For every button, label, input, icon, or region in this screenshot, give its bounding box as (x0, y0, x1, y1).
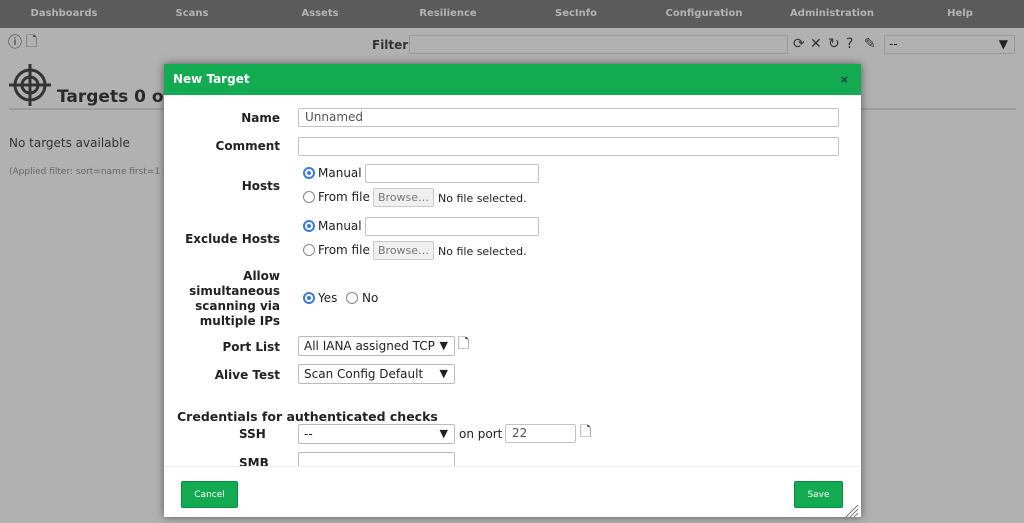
nav-assets[interactable]: Assets (256, 0, 384, 28)
chevron-down-icon: ▼ (439, 427, 448, 440)
target-icon (9, 64, 51, 106)
nav-scans[interactable]: Scans (128, 0, 256, 28)
name-label: Name (241, 111, 280, 125)
refresh-icon[interactable]: ⟳ (793, 37, 805, 51)
filter-input[interactable] (409, 35, 788, 54)
dialog-header: New Target (164, 64, 861, 95)
exclude-no-file: No file selected. (438, 245, 527, 258)
allow-no-radio[interactable] (346, 292, 358, 304)
ssh-credential-select[interactable]: -- ▼ (298, 424, 455, 444)
ssh-label: SSH (239, 427, 266, 441)
filter-select[interactable]: -- ▼ (884, 35, 1015, 54)
new-target-icon[interactable]: 🗋 (26, 35, 37, 49)
exclude-manual-input[interactable] (365, 217, 539, 236)
new-port-list-icon[interactable]: 🗋 (458, 337, 469, 351)
hosts-file-radio[interactable] (303, 191, 315, 203)
name-input[interactable]: Unnamed (298, 108, 839, 127)
help-icon[interactable]: ⓘ (8, 36, 22, 50)
chevron-down-icon: ▼ (439, 367, 448, 380)
chevron-down-icon: ▼ (439, 339, 448, 352)
exclude-file-label: From file (318, 243, 370, 257)
hosts-file-label: From file (318, 190, 370, 204)
nav-help[interactable]: Help (896, 0, 1024, 28)
dialog-body[interactable]: Name Unnamed Comment Hosts Manual From f… (164, 95, 861, 466)
hosts-manual-label: Manual (318, 166, 362, 180)
dialog-title: New Target (173, 72, 250, 86)
page-title: Targets 0 of (57, 87, 171, 107)
nav-configuration[interactable]: Configuration (640, 0, 768, 28)
hosts-manual-input[interactable] (365, 164, 539, 183)
on-port-label: on port (459, 427, 503, 441)
comment-label: Comment (215, 139, 280, 153)
allow-label-line: multiple IPs (199, 314, 280, 328)
allow-label-line: scanning via (195, 299, 280, 313)
main-nav: Dashboards Scans Assets Resilience SecIn… (0, 0, 1024, 28)
nav-administration[interactable]: Administration (768, 0, 896, 28)
smb-label: SMB (239, 456, 269, 466)
reset-filter-icon[interactable]: ↻ (828, 37, 840, 51)
allow-simultaneous-label: Allow simultaneous scanning via multiple… (164, 269, 280, 329)
filter-select-value: -- (889, 37, 898, 51)
cancel-button[interactable]: Cancel (181, 481, 238, 508)
ssh-credential-value: -- (304, 427, 313, 441)
exclude-browse-button[interactable]: Browse… (373, 241, 435, 260)
resize-handle-icon[interactable] (844, 503, 858, 517)
exclude-manual-radio[interactable] (303, 220, 315, 232)
exclude-hosts-label: Exclude Hosts (185, 232, 280, 246)
edit-filter-icon[interactable]: ✎ (864, 37, 876, 51)
allow-yes-radio[interactable] (303, 292, 315, 304)
allow-no-label: No (362, 291, 379, 305)
ssh-port-input[interactable]: 22 (505, 424, 576, 443)
port-list-value: All IANA assigned TCP (304, 339, 435, 353)
save-button[interactable]: Save (794, 481, 843, 508)
hosts-no-file: No file selected. (438, 192, 527, 205)
nav-resilience[interactable]: Resilience (384, 0, 512, 28)
allow-label-line: Allow (243, 269, 280, 283)
dialog-footer: Cancel Save (164, 466, 861, 517)
new-target-dialog: New Target × Name Unnamed Comment Hosts … (164, 64, 861, 517)
close-icon[interactable]: × (840, 64, 849, 95)
applied-filter: (Applied filter: sort=name first=1 r (9, 167, 167, 177)
comment-input[interactable] (298, 137, 839, 156)
allow-label-line: simultaneous (189, 284, 280, 298)
hosts-browse-button[interactable]: Browse… (373, 188, 435, 207)
exclude-file-radio[interactable] (303, 244, 315, 256)
port-list-label: Port List (222, 340, 280, 354)
nav-dashboards[interactable]: Dashboards (0, 0, 128, 28)
smb-credential-select[interactable] (298, 452, 455, 466)
alive-test-select[interactable]: Scan Config Default ▼ (298, 364, 455, 384)
new-credential-icon[interactable]: 🗋 (580, 425, 591, 439)
filter-label: Filter (372, 38, 409, 52)
hosts-label: Hosts (241, 179, 280, 193)
exclude-manual-label: Manual (318, 219, 362, 233)
filter-help-icon[interactable]: ? (846, 37, 853, 51)
nav-secinfo[interactable]: SecInfo (512, 0, 640, 28)
allow-yes-label: Yes (318, 291, 338, 305)
chevron-down-icon: ▼ (998, 37, 1008, 51)
clear-filter-icon[interactable]: ✕ (810, 37, 822, 51)
credentials-heading: Credentials for authenticated checks (177, 409, 438, 424)
hosts-manual-radio[interactable] (303, 167, 315, 179)
alive-test-label: Alive Test (214, 368, 280, 382)
port-list-select[interactable]: All IANA assigned TCP ▼ (298, 336, 455, 356)
empty-message: No targets available (9, 136, 130, 150)
alive-test-value: Scan Config Default (304, 367, 424, 381)
